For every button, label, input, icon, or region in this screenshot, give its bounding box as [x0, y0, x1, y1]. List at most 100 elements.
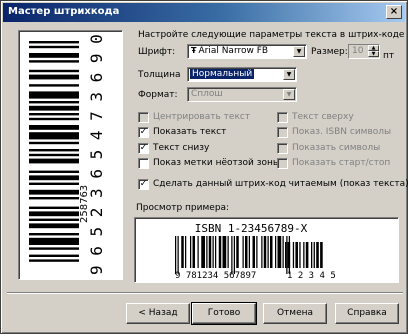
- barcode-bar: [292, 242, 295, 268]
- barcode-bar: [192, 236, 195, 268]
- barcode-bar: [29, 74, 79, 80]
- back-button[interactable]: < Назад: [126, 303, 190, 324]
- barcode-bar: [29, 254, 79, 257]
- title-bar[interactable]: Мастер штрихкода ×: [3, 3, 405, 22]
- checkbox-label: Показать символы: [292, 143, 381, 153]
- checkmark-icon[interactable]: ✓: [138, 143, 149, 154]
- barcode-bar: [215, 236, 217, 268]
- barcode-bar: [29, 206, 79, 209]
- checkbox-box[interactable]: [277, 112, 288, 123]
- barcode-bar: [242, 236, 244, 268]
- barcode-bar: [29, 105, 79, 111]
- settings-intro-text: Настройте следующие параметры текста в ш…: [138, 30, 405, 40]
- size-spinner-buttons[interactable]: ▲ ▼: [368, 45, 379, 58]
- checkmark-icon[interactable]: ✓: [138, 179, 149, 190]
- font-select[interactable]: Ŧ Arial Narrow FB ▼: [187, 44, 307, 59]
- barcode-bar: [245, 236, 248, 268]
- checkbox-box[interactable]: [277, 143, 288, 154]
- checkbox-box[interactable]: [138, 158, 149, 169]
- checkbox-label: Показать старт/стоп: [292, 158, 391, 168]
- checkbox-box[interactable]: [138, 112, 149, 123]
- checkbox-box[interactable]: [277, 158, 288, 169]
- font-select-value: Ŧ Arial Narrow FB: [191, 46, 269, 56]
- barcode-bar: [29, 149, 79, 152]
- mode-label: Формат:: [138, 90, 178, 100]
- barcode-bar: [29, 45, 79, 49]
- chevron-down-icon[interactable]: ▼: [283, 89, 295, 100]
- checkbox-label: Показ. ISBN символы: [292, 127, 392, 137]
- mode-select-value: Сплош: [191, 89, 223, 99]
- barcode-bar: [248, 236, 250, 268]
- thickness-select-value: Нормальный: [190, 69, 255, 79]
- sample-barcode-preview: ISBN 1-23456789-X 9 781234 567897 1 2 3 …: [134, 217, 399, 283]
- barcode-bar: [29, 170, 79, 173]
- barcode-bar: [320, 242, 323, 268]
- barcode-bar: [29, 101, 79, 104]
- checkbox-label: Центрировать текст: [153, 112, 251, 122]
- barcode-bar: [299, 242, 301, 268]
- barcode-bar: [29, 69, 79, 73]
- chevron-down-icon[interactable]: ▼: [293, 46, 305, 57]
- sample-barcode-bars: [175, 236, 290, 274]
- button-separator: [7, 292, 403, 294]
- checkmark-icon[interactable]: ✓: [138, 127, 149, 138]
- barcode-bar: [29, 125, 79, 130]
- vertical-barcode-bars: [29, 41, 79, 262]
- close-button[interactable]: ×: [386, 5, 402, 19]
- barcode-bar: [275, 236, 277, 268]
- barcode-bar: [222, 236, 227, 268]
- barcode-bar: [29, 175, 79, 181]
- checkbox-label: Сделать данный штрих-код читаемым (показ…: [153, 179, 408, 189]
- preview-label: Просмотр примера:: [136, 203, 230, 213]
- checkbox-label: Показ метки нёотзой зоны: [153, 158, 281, 168]
- addon-barcode-digits: 1 2 3 4 5: [287, 271, 336, 281]
- window-title: Мастер штрихкода: [8, 6, 120, 17]
- barcode-bar: [227, 236, 229, 268]
- help-button[interactable]: Справка: [335, 303, 399, 324]
- barcode-bar: [286, 236, 288, 274]
- barcode-bar: [29, 60, 79, 63]
- barcode-bar: [252, 236, 255, 268]
- checkbox-label: Текст снизу: [153, 143, 210, 153]
- barcode-bar: [218, 236, 222, 268]
- chevron-down-icon[interactable]: ▼: [283, 69, 295, 80]
- barcode-bar: [29, 158, 79, 164]
- barcode-bar: [29, 132, 79, 140]
- cancel-button[interactable]: Отмена: [263, 303, 327, 324]
- barcode-bar: [185, 236, 187, 268]
- font-label: Шрифт:: [138, 47, 176, 57]
- size-spinner[interactable]: 10 ▲ ▼: [348, 44, 380, 59]
- barcode-bar: [311, 242, 313, 268]
- spin-down-icon[interactable]: ▼: [368, 51, 379, 57]
- vertical-barcode-preview: 9 6 5 2 3 6 5 4 7 3 6 9 0 , 258763: [18, 30, 123, 280]
- barcode-bar: [175, 236, 177, 274]
- barcode-bar: [29, 211, 79, 217]
- barcode-bar: [305, 242, 309, 268]
- vertical-barcode-graphic: 9 6 5 2 3 6 5 4 7 3 6 9 0 , 258763: [29, 31, 106, 275]
- barcode-bar: [29, 113, 79, 116]
- checkbox-label: Показать текст: [153, 127, 227, 137]
- finish-button[interactable]: Готово: [191, 302, 257, 325]
- vertical-barcode-digits: 9 6 5 2 3 6 5 4 7 3 6 9 0 ,: [87, 31, 106, 275]
- barcode-bar: [29, 237, 79, 245]
- sample-barcode-graphic: ISBN 1-23456789-X 9 781234 567897 1 2 3 …: [175, 222, 336, 281]
- checkbox-label: Текст сверху: [292, 112, 354, 122]
- barcode-bar: [201, 236, 205, 268]
- checkbox-box[interactable]: [277, 127, 288, 138]
- barcode-bar: [29, 117, 79, 121]
- thickness-label: Толщина: [138, 70, 181, 80]
- barcode-bar: [29, 259, 79, 262]
- barcode-bar: [29, 41, 79, 44]
- barcode-bar: [263, 236, 267, 268]
- barcode-bar: [29, 84, 79, 87]
- barcode-bar: [285, 242, 287, 268]
- truetype-font-icon: Ŧ: [191, 46, 197, 55]
- thickness-select[interactable]: Нормальный ▼: [187, 67, 297, 82]
- barcode-bar: [29, 182, 79, 185]
- barcode-bar: [313, 242, 315, 268]
- mode-select[interactable]: Сплош ▼: [187, 87, 297, 102]
- barcode-bar: [29, 197, 79, 200]
- barcode-bar: [208, 236, 212, 268]
- barcode-bar: [29, 91, 79, 99]
- barcode-bar: [177, 236, 179, 274]
